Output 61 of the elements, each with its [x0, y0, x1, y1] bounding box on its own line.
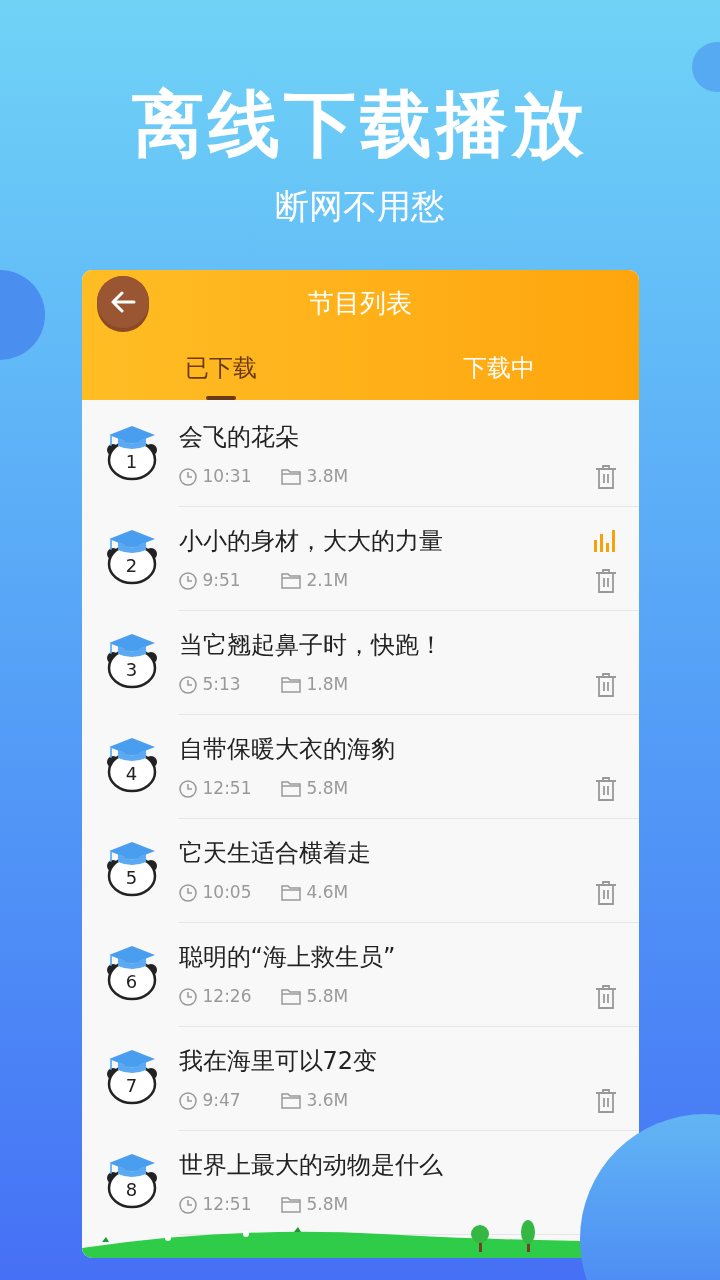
folder-icon: [280, 988, 301, 1006]
file-size-text: 4.6M: [306, 881, 349, 904]
episode-number: 4: [124, 764, 139, 784]
file-size-text: 5.8M: [306, 1193, 349, 1216]
folder-icon: [280, 1196, 301, 1214]
episode-title: 它天生适合横着走: [178, 838, 371, 868]
delete-icon[interactable]: [594, 1088, 617, 1113]
back-arrow-icon: [109, 291, 136, 313]
file-size-text: 5.8M: [306, 985, 349, 1008]
episode-title: 会飞的花朵: [178, 422, 299, 452]
clock-icon: [178, 1091, 197, 1110]
duration-text: 12:51: [202, 1193, 253, 1216]
folder-icon: [280, 676, 301, 694]
tab[interactable]: 已下载: [81, 336, 360, 400]
file-size-text: 1.8M: [306, 673, 349, 696]
episode-title: 聪明的“海上救生员”: [178, 942, 396, 972]
file-size-text: 2.1M: [306, 569, 349, 592]
duration-text: 12:51: [202, 777, 253, 800]
clock-icon: [178, 675, 197, 694]
clock-icon: [178, 987, 197, 1006]
file-size-text: 5.8M: [306, 777, 349, 800]
duration-text: 9:47: [202, 1089, 242, 1112]
episode-title: 自带保暖大衣的海豹: [178, 734, 395, 764]
headline: 离线下载播放: [132, 82, 588, 166]
episode-number: 2: [124, 556, 139, 576]
delete-icon[interactable]: [594, 672, 617, 697]
delete-icon[interactable]: [594, 776, 617, 801]
file-size-text: 3.6M: [306, 1089, 349, 1112]
episode-title: 我在海里可以72变: [178, 1046, 378, 1076]
episode-number: 8: [124, 1180, 139, 1200]
duration-text: 12:26: [202, 985, 253, 1008]
episode-title: 小小的身材，大大的力量: [178, 526, 443, 556]
duration-text: 5:13: [202, 673, 242, 696]
back-button[interactable]: [96, 276, 149, 332]
folder-icon: [280, 884, 301, 902]
delete-icon[interactable]: [594, 568, 617, 593]
subheadline: 断网不用愁: [275, 186, 445, 226]
folder-icon: [280, 780, 301, 798]
delete-icon[interactable]: [594, 880, 617, 905]
episode-number: 5: [124, 868, 139, 888]
delete-icon[interactable]: [594, 984, 617, 1009]
episode-number: 3: [124, 660, 139, 680]
episode-number: 6: [124, 972, 139, 992]
file-size-text: 3.8M: [306, 465, 349, 488]
episode-number: 1: [124, 452, 139, 472]
clock-icon: [178, 1195, 197, 1214]
episode-title: 当它翘起鼻子时，快跑！: [178, 630, 443, 660]
episode-number: 7: [124, 1076, 139, 1096]
folder-icon: [280, 468, 301, 486]
delete-icon[interactable]: [594, 464, 617, 489]
duration-text: 9:51: [202, 569, 242, 592]
clock-icon: [178, 779, 197, 798]
folder-icon: [280, 1092, 301, 1110]
clock-icon: [178, 571, 197, 590]
folder-icon: [280, 572, 301, 590]
clock-icon: [178, 467, 197, 486]
duration-text: 10:31: [202, 465, 253, 488]
duration-text: 10:05: [202, 881, 253, 904]
header-title: 节目列表: [308, 286, 412, 320]
clock-icon: [178, 883, 197, 902]
episode-title: 世界上最大的动物是什么: [178, 1150, 443, 1180]
